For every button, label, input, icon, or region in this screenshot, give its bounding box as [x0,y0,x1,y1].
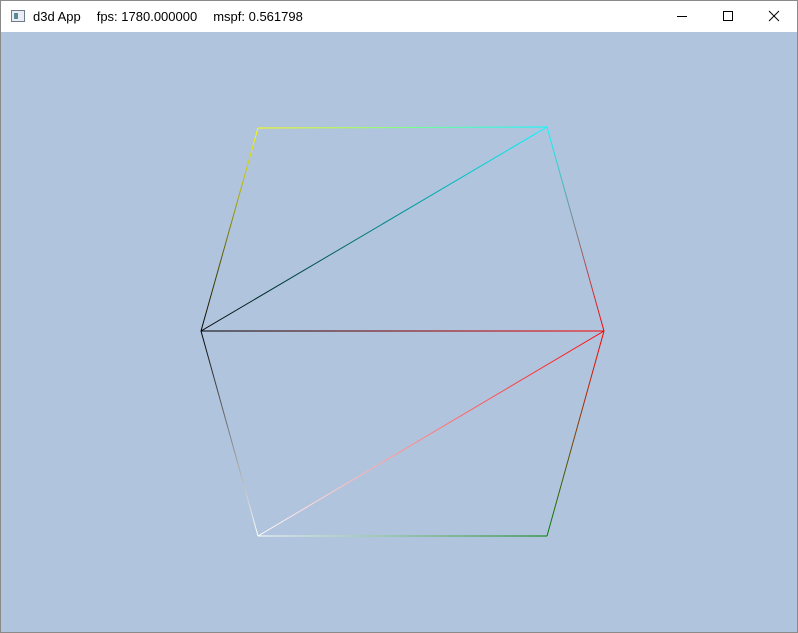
mspf-readout: mspf: 0.561798 [213,8,303,24]
window-title: d3d App fps: 1780.000000 mspf: 0.561798 [33,9,303,24]
mesh-edge-bottom-left-to-right [257,330,605,537]
maximize-icon [723,11,733,21]
minimize-icon [677,16,687,17]
window-app-icon[interactable] [11,10,25,22]
app-window: d3d App fps: 1780.000000 mspf: 0.561798 [0,0,798,633]
caption-buttons [659,1,797,31]
title-bar[interactable]: d3d App fps: 1780.000000 mspf: 0.561798 [1,1,797,31]
minimize-button[interactable] [659,1,705,31]
close-icon [768,10,780,22]
maximize-button[interactable] [705,1,751,31]
app-name: d3d App [33,8,81,24]
mesh-edge-right-to-bottom-right [546,330,605,537]
mesh-edge-left-to-top-left [200,127,259,332]
scene-canvas [200,126,605,537]
mesh-edge-left-to-top-right [200,126,548,332]
mesh-edge-top-left-to-top-right [257,126,548,129]
mesh-edge-top-right-to-right [546,126,605,332]
fps-readout: fps: 1780.000000 [96,8,198,24]
mesh-edge-bottom-left-to-left [200,330,259,537]
close-button[interactable] [751,1,797,31]
render-viewport[interactable] [1,32,797,632]
